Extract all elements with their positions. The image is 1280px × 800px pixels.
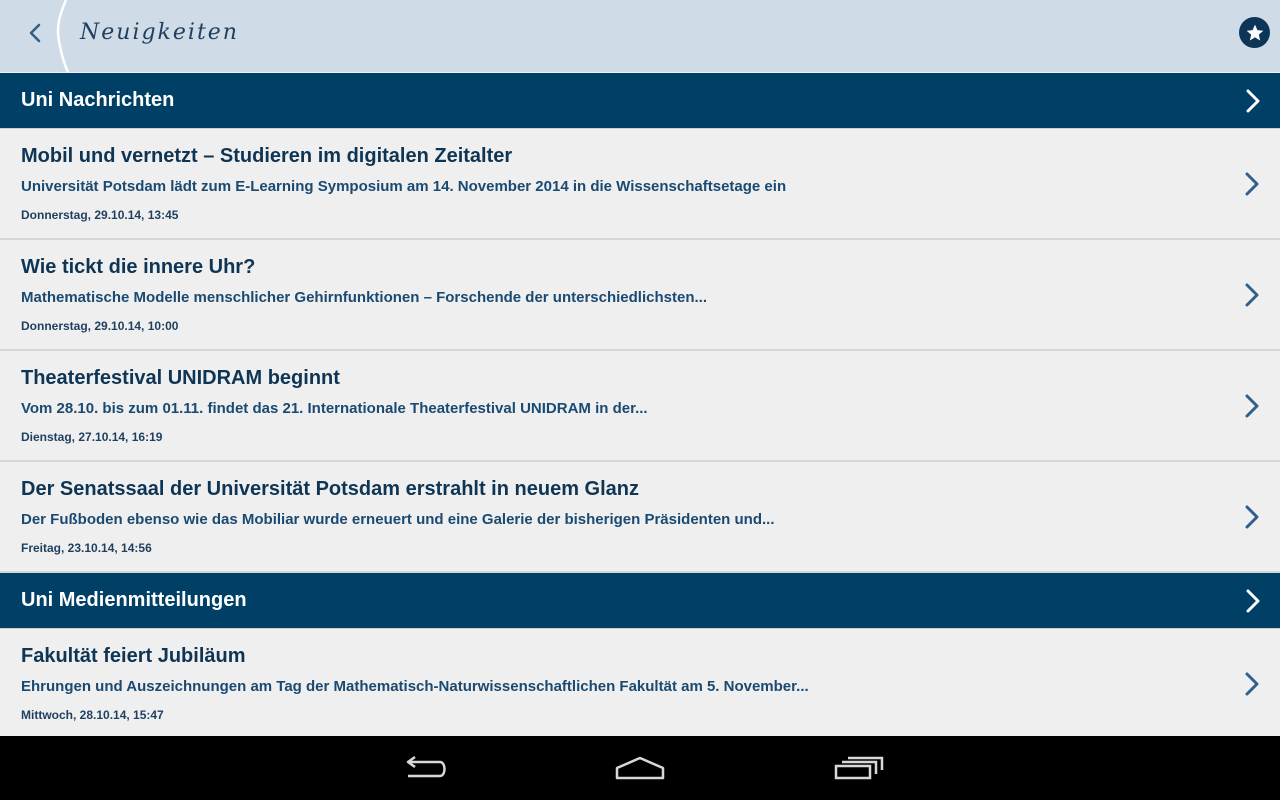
chevron-right-icon (1245, 672, 1259, 695)
news-summary: Universität Potsdam lädt zum E-Learning … (21, 178, 787, 195)
news-date: Freitag, 23.10.14, 14:56 (21, 541, 152, 555)
news-date: Mittwoch, 28.10.14, 15:47 (21, 708, 164, 722)
news-title: Wie tickt die innere Uhr? (21, 256, 256, 278)
app-bar: Neuigkeiten (0, 0, 1280, 72)
star-icon (1246, 24, 1263, 40)
section-header-uni-nachrichten[interactable]: Uni Nachrichten (0, 73, 1280, 129)
header-divider (56, 0, 70, 72)
news-title: Theaterfestival UNIDRAM beginnt (21, 367, 340, 389)
chevron-right-icon (1245, 283, 1259, 306)
nav-recents-button[interactable] (828, 750, 888, 786)
back-icon (406, 755, 446, 778)
list-item[interactable]: Theaterfestival UNIDRAM beginnt Vom 28.1… (0, 351, 1280, 462)
news-title: Fakultät feiert Jubiläum (21, 645, 246, 667)
news-summary: Mathematische Modelle menschlicher Gehir… (21, 289, 707, 306)
system-nav-bar (0, 736, 1280, 800)
list-item[interactable]: Der Senatssaal der Universität Potsdam e… (0, 462, 1280, 573)
section-label: Uni Medienmitteilungen (21, 589, 247, 611)
home-icon (615, 756, 665, 780)
news-title: Mobil und vernetzt – Studieren im digita… (21, 145, 513, 167)
chevron-right-icon (1246, 589, 1260, 612)
chevron-right-icon (1246, 89, 1260, 112)
section-header-uni-medienmitteilungen[interactable]: Uni Medienmitteilungen (0, 573, 1280, 629)
list-item[interactable]: Mobil und vernetzt – Studieren im digita… (0, 129, 1280, 240)
chevron-right-icon (1245, 172, 1259, 195)
news-title: Der Senatssaal der Universität Potsdam e… (21, 478, 639, 500)
news-list: Uni Nachrichten Mobil und vernetzt – Stu… (0, 73, 1280, 736)
back-button[interactable] (18, 18, 52, 48)
news-summary: Ehrungen und Auszeichnungen am Tag der M… (21, 678, 809, 695)
nav-back-button[interactable] (394, 750, 454, 786)
chevron-right-icon (1245, 505, 1259, 528)
favorites-button[interactable] (1239, 17, 1270, 48)
news-date: Donnerstag, 29.10.14, 13:45 (21, 208, 179, 222)
news-date: Donnerstag, 29.10.14, 10:00 (21, 319, 179, 333)
news-summary: Der Fußboden ebenso wie das Mobiliar wur… (21, 511, 775, 528)
news-summary: Vom 28.10. bis zum 01.11. findet das 21.… (21, 400, 648, 417)
chevron-right-icon (1245, 394, 1259, 417)
nav-home-button[interactable] (610, 750, 670, 786)
news-date: Dienstag, 27.10.14, 16:19 (21, 430, 163, 444)
section-label: Uni Nachrichten (21, 89, 175, 111)
list-item[interactable]: Wie tickt die innere Uhr? Mathematische … (0, 240, 1280, 351)
list-item[interactable]: Fakultät feiert Jubiläum Ehrungen und Au… (0, 629, 1280, 736)
recent-apps-icon (834, 756, 884, 780)
page-title: Neuigkeiten (80, 20, 239, 45)
chevron-left-icon (29, 23, 41, 43)
